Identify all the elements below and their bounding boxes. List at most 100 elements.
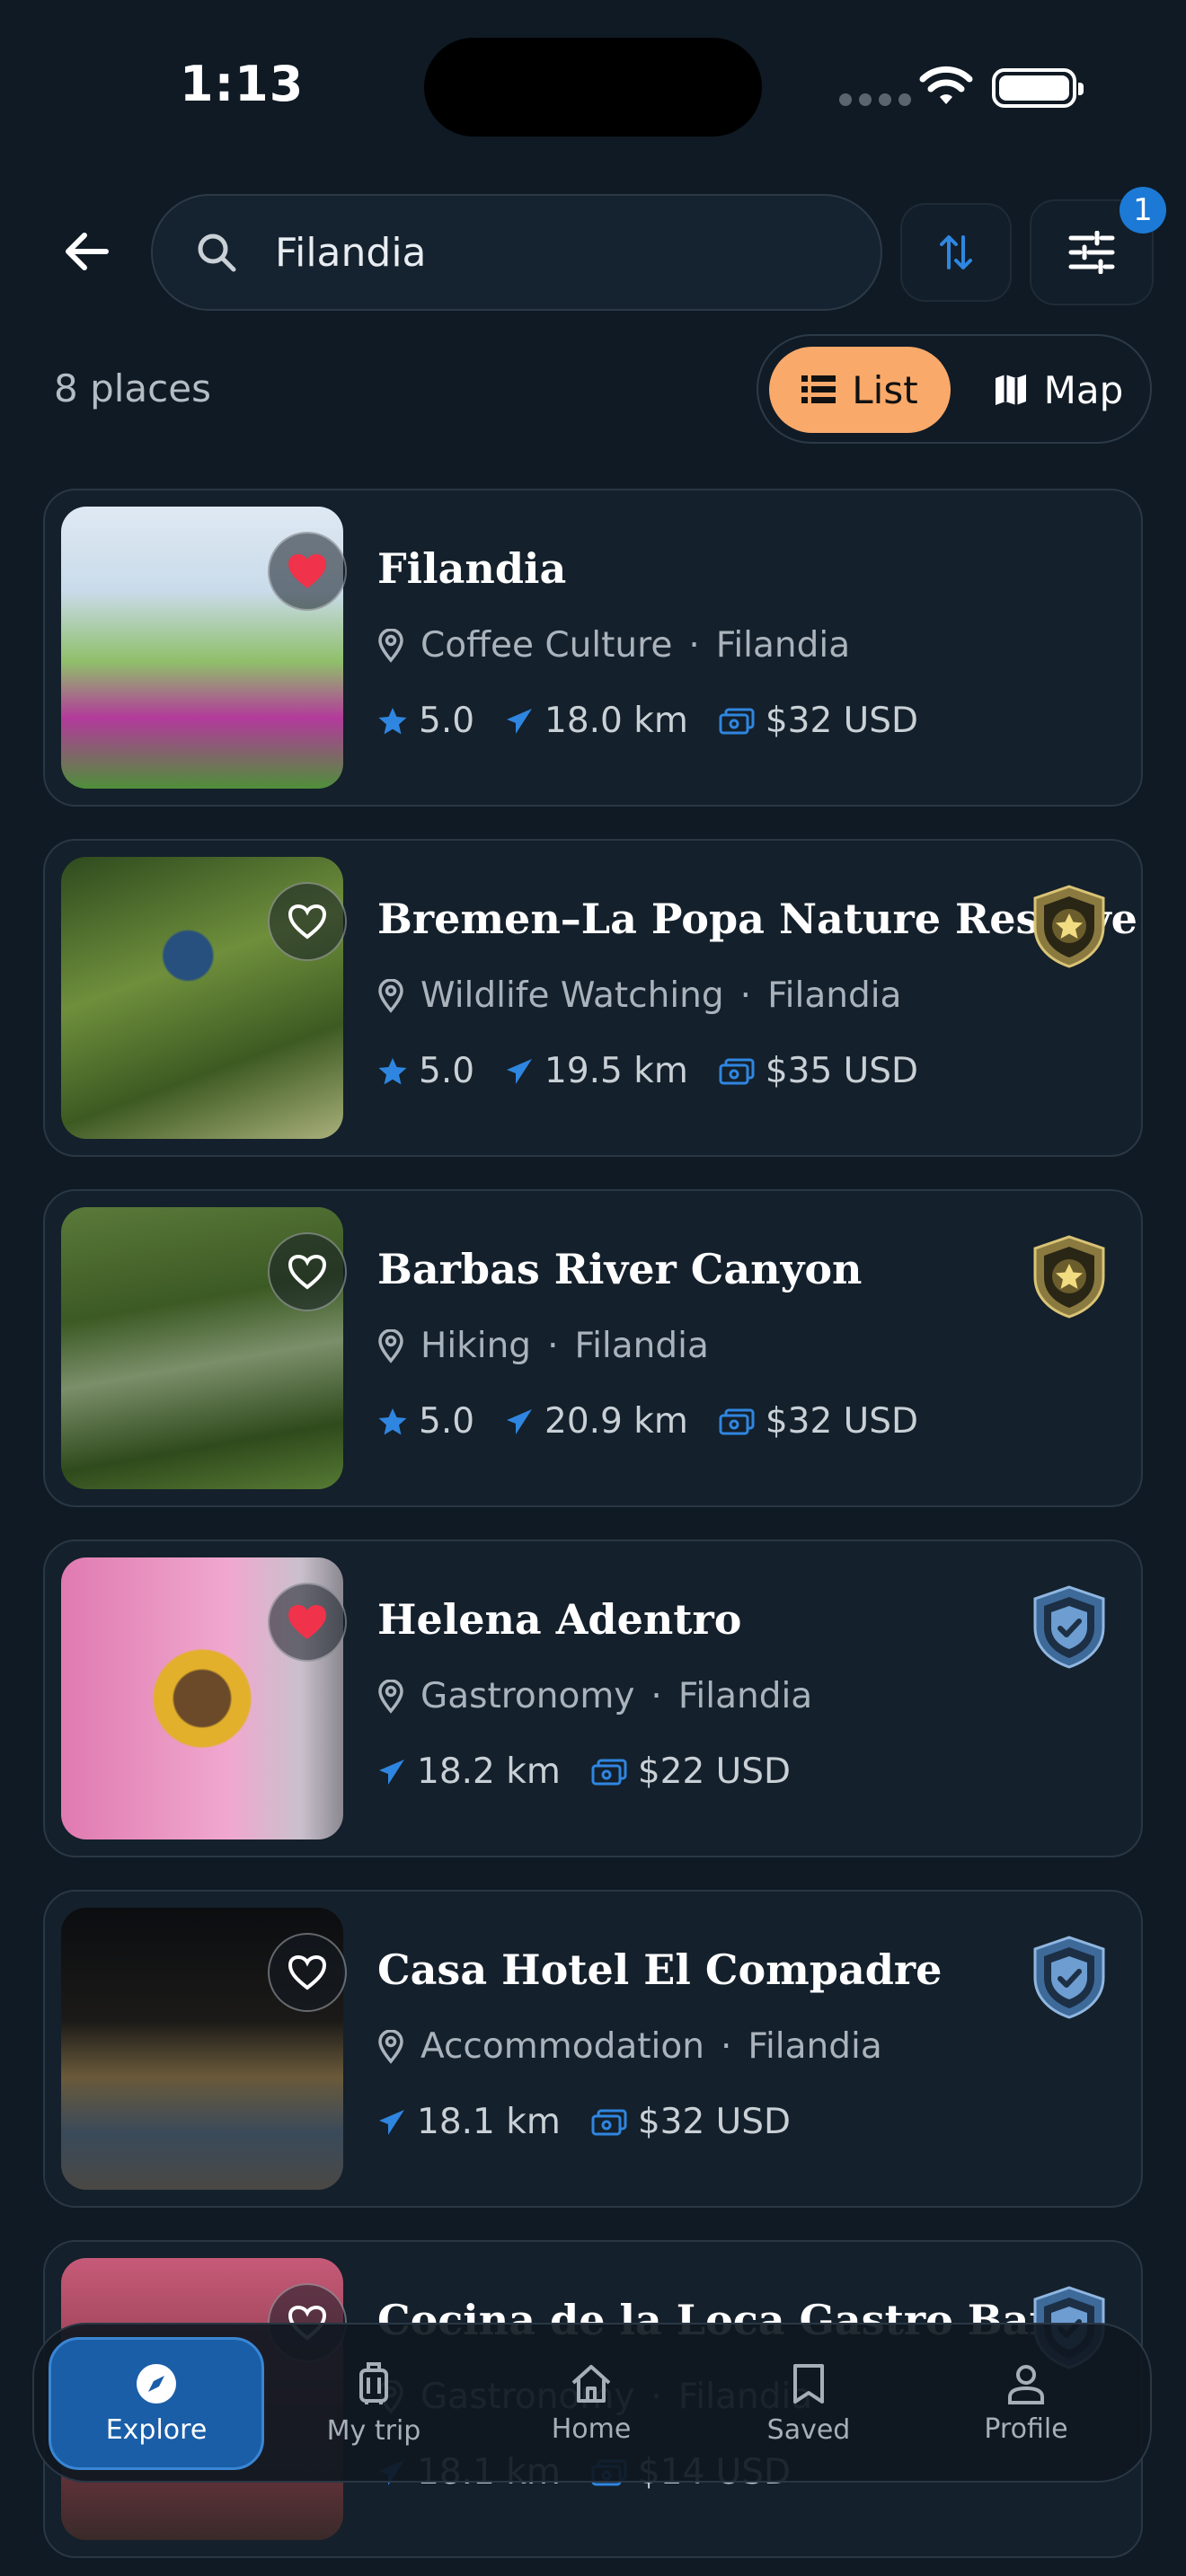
place-card[interactable]: Casa Hotel El Compadre Accommodation · Fila… <box>43 1890 1143 2208</box>
back-button[interactable] <box>54 219 119 284</box>
map-icon <box>995 375 1026 405</box>
search-icon <box>198 234 236 272</box>
place-title: Bremen–La Popa Nature Reserve <box>377 895 1137 943</box>
navigation-arrow-icon <box>377 2108 406 2137</box>
distance-stat: 20.9 km <box>505 1401 688 1442</box>
price-value: $32 USD <box>765 701 919 741</box>
place-location: Filandia <box>574 1326 709 1366</box>
price-stat: $22 USD <box>591 1751 791 1792</box>
distance-value: 19.5 km <box>544 1051 688 1091</box>
bookmark-icon <box>792 2362 826 2405</box>
place-category: Wildlife Watching <box>420 975 724 1016</box>
rating-value: 5.0 <box>419 1401 475 1442</box>
navigation-arrow-icon <box>505 707 534 736</box>
arrow-left-icon <box>66 233 109 270</box>
place-stats: 5.0 18.0 km $32 USD <box>377 701 949 741</box>
heart-outline-icon <box>287 1253 328 1291</box>
place-title: Helena Adentro <box>377 1595 742 1644</box>
cash-icon <box>719 1058 755 1085</box>
place-card[interactable]: Bremen–La Popa Nature Reserve Wildlife Wa… <box>43 839 1143 1157</box>
place-meta: Coffee Culture · Filandia <box>377 625 850 666</box>
place-meta: Hiking · Filandia <box>377 1326 709 1366</box>
distance-stat: 18.1 km <box>377 2102 561 2142</box>
sliders-icon <box>1068 231 1115 274</box>
gold-star-shield-icon <box>1031 884 1107 968</box>
favorite-button[interactable] <box>268 1583 347 1662</box>
place-title: Barbas River Canyon <box>377 1245 863 1293</box>
nav-label: Explore <box>105 2413 208 2446</box>
favorite-button[interactable] <box>268 532 347 611</box>
gold-star-shield-icon <box>1031 1234 1107 1319</box>
rating-stat: 5.0 <box>377 701 474 741</box>
status-time: 1:13 <box>180 56 305 112</box>
navigation-arrow-icon <box>505 1407 534 1436</box>
results-count: 8 places <box>54 366 211 410</box>
place-meta: Gastronomy · Filandia <box>377 1676 812 1716</box>
distance-stat: 18.0 km <box>505 701 688 741</box>
place-title: Casa Hotel El Compadre <box>377 1945 943 1994</box>
place-card[interactable]: Filandia Coffee Culture · Filandia 5.0 18.0 k… <box>43 489 1143 807</box>
place-location: Filandia <box>748 2026 882 2067</box>
place-category: Coffee Culture <box>420 625 673 666</box>
list-view-button[interactable]: List <box>769 347 951 433</box>
wifi-icon <box>919 66 973 104</box>
filter-count-badge: 1 <box>1120 187 1166 234</box>
distance-stat: 19.5 km <box>505 1051 688 1091</box>
distance-value: 18.1 km <box>417 2102 561 2142</box>
person-icon <box>1006 2363 1046 2404</box>
distance-stat: 18.2 km <box>377 1751 561 1792</box>
distance-value: 20.9 km <box>544 1401 688 1442</box>
price-stat: $32 USD <box>719 701 918 741</box>
map-view-label: Map <box>1043 367 1124 412</box>
price-value: $32 USD <box>637 2102 791 2142</box>
meta-separator: · <box>720 2026 732 2067</box>
cash-icon <box>591 2109 627 2136</box>
place-stats: 18.1 km $32 USD <box>377 2102 821 2142</box>
status-bar: 1:13 <box>0 0 1186 171</box>
rating-stat: 5.0 <box>377 1051 474 1091</box>
list-view-label: List <box>852 367 918 412</box>
nav-label: Home <box>551 2413 632 2445</box>
favorite-button[interactable] <box>268 1933 347 2012</box>
star-icon <box>377 1057 408 1086</box>
nav-label: Profile <box>984 2413 1068 2445</box>
nav-item-home[interactable]: Home <box>483 2337 699 2470</box>
favorite-button[interactable] <box>268 882 347 961</box>
distance-value: 18.0 km <box>544 701 688 741</box>
location-pin-icon <box>377 978 404 1013</box>
place-stats: 5.0 19.5 km $35 USD <box>377 1051 949 1091</box>
nav-item-my-trip[interactable]: My trip <box>266 2337 482 2470</box>
star-icon <box>377 707 408 736</box>
place-card[interactable]: Barbas River Canyon Hiking · Filandia 5.0 20.… <box>43 1189 1143 1507</box>
map-view-button[interactable]: Map <box>978 347 1139 433</box>
place-meta: Accommodation · Filandia <box>377 2026 882 2067</box>
place-title: Filandia <box>377 544 567 593</box>
bottom-navigation: Explore My trip Home Saved Profile <box>32 2323 1152 2483</box>
nav-item-explore[interactable]: Explore <box>49 2337 264 2470</box>
meta-separator: · <box>688 625 700 666</box>
place-card[interactable]: Helena Adentro Gastronomy · Filandia 18.2 km… <box>43 1539 1143 1857</box>
nav-item-saved[interactable]: Saved <box>701 2337 916 2470</box>
place-location: Filandia <box>677 1676 813 1716</box>
location-pin-icon <box>377 628 404 663</box>
location-pin-icon <box>377 1679 404 1714</box>
place-location: Filandia <box>715 625 851 666</box>
distance-value: 18.2 km <box>417 1751 561 1792</box>
favorite-button[interactable] <box>268 1232 347 1311</box>
search-bar[interactable] <box>151 194 882 311</box>
place-category: Hiking <box>420 1326 532 1366</box>
rating-value: 5.0 <box>419 1051 475 1091</box>
nav-item-profile[interactable]: Profile <box>918 2337 1134 2470</box>
place-meta: Wildlife Watching · Filandia <box>377 975 901 1016</box>
dynamic-island <box>424 38 762 137</box>
sort-button[interactable] <box>900 203 1012 302</box>
meta-separator: · <box>739 975 752 1016</box>
cash-icon <box>591 1759 627 1786</box>
heart-filled-icon <box>287 1603 328 1641</box>
meta-separator: · <box>651 1676 662 1716</box>
search-input[interactable] <box>275 229 814 276</box>
price-stat: $32 USD <box>591 2102 791 2142</box>
cash-icon <box>719 1408 755 1435</box>
location-pin-icon <box>377 2029 404 2064</box>
cash-icon <box>719 708 755 735</box>
